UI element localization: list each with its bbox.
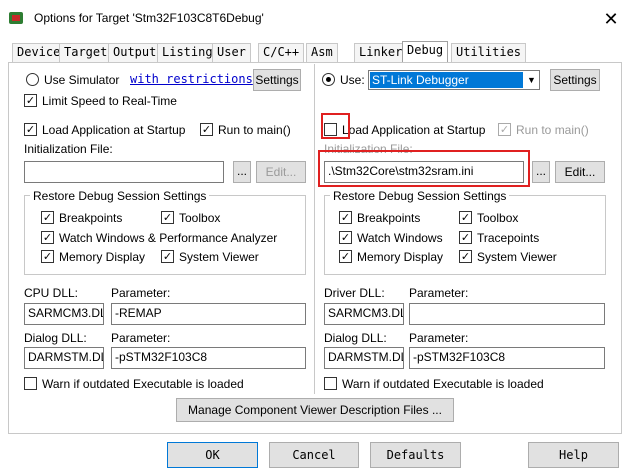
- restore-settings-title: Restore Debug Session Settings: [30, 189, 210, 203]
- ok-button[interactable]: OK: [167, 442, 258, 468]
- cpu-dll-input[interactable]: SARMCM3.DLL: [24, 303, 104, 325]
- cpu-param-input[interactable]: -REMAP: [111, 303, 306, 325]
- init-file-browse-button[interactable]: ...: [233, 161, 251, 183]
- dialog-param-label: Parameter:: [111, 331, 171, 345]
- right-system-viewer-label: System Viewer: [477, 250, 557, 264]
- tab-device[interactable]: Device: [12, 43, 66, 62]
- tracepoints-label: Tracepoints: [477, 231, 540, 245]
- driver-dll-input[interactable]: SARMCM3.DLL: [324, 303, 404, 325]
- right-toolbox-checkbox[interactable]: ✓: [459, 211, 472, 224]
- manage-component-viewer-button[interactable]: Manage Component Viewer Description File…: [176, 398, 454, 422]
- load-app-label: Load Application at Startup: [42, 123, 186, 137]
- debugger-select-value: ST-Link Debugger: [370, 72, 523, 88]
- right-restore-settings-title: Restore Debug Session Settings: [330, 189, 510, 203]
- chevron-down-icon[interactable]: ▼: [524, 71, 539, 89]
- highlight-load-app: [321, 113, 350, 139]
- cpu-param-label: Parameter:: [111, 286, 171, 300]
- limit-speed-label: Limit Speed to Real-Time: [42, 94, 177, 108]
- defaults-button[interactable]: Defaults: [370, 442, 461, 468]
- right-warn-outdated-label: Warn if outdated Executable is loaded: [342, 377, 544, 391]
- watch-windows-label: Watch Windows & Performance Analyzer: [59, 231, 278, 245]
- debugger-select[interactable]: ST-Link Debugger ▼: [368, 70, 540, 90]
- system-viewer-checkbox[interactable]: ✓: [161, 250, 174, 263]
- run-to-main-checkbox[interactable]: ✓: [200, 123, 213, 136]
- right-watch-windows-label: Watch Windows: [357, 231, 443, 245]
- tab-debug[interactable]: Debug: [402, 41, 449, 63]
- highlight-init-file: [318, 150, 530, 187]
- tab-utilities[interactable]: Utilities: [451, 43, 527, 62]
- right-breakpoints-label: Breakpoints: [357, 211, 421, 225]
- init-file-edit-button[interactable]: Edit...: [256, 161, 306, 183]
- cancel-button[interactable]: Cancel: [269, 442, 359, 468]
- limit-speed-checkbox[interactable]: ✓: [24, 94, 37, 107]
- right-system-viewer-checkbox[interactable]: ✓: [459, 250, 472, 263]
- right-dialog-param-input[interactable]: -pSTM32F103C8: [409, 347, 605, 369]
- close-icon[interactable]: ✕: [598, 6, 624, 32]
- right-warn-outdated-checkbox[interactable]: [324, 377, 337, 390]
- right-breakpoints-checkbox[interactable]: ✓: [339, 211, 352, 224]
- panel-divider: [314, 64, 315, 394]
- memory-display-checkbox[interactable]: ✓: [41, 250, 54, 263]
- run-to-main-label: Run to main(): [218, 123, 291, 137]
- cpu-dll-label: CPU DLL:: [24, 286, 79, 300]
- right-memory-display-checkbox[interactable]: ✓: [339, 250, 352, 263]
- tab-c-cpp[interactable]: C/C++: [258, 43, 305, 62]
- right-watch-windows-checkbox[interactable]: ✓: [339, 231, 352, 244]
- right-run-to-main-checkbox[interactable]: ✓: [498, 123, 511, 136]
- tab-target[interactable]: Target: [59, 43, 113, 62]
- tab-output[interactable]: Output: [108, 43, 162, 62]
- right-toolbox-label: Toolbox: [477, 211, 519, 225]
- dialog-dll-label: Dialog DLL:: [24, 331, 87, 345]
- driver-param-label: Parameter:: [409, 286, 469, 300]
- with-restrictions-link[interactable]: with restrictions: [130, 72, 253, 86]
- right-dialog-param-label: Parameter:: [409, 331, 469, 345]
- memory-display-label: Memory Display: [59, 250, 146, 264]
- use-simulator-radio[interactable]: [26, 73, 39, 86]
- right-dialog-dll-input[interactable]: DARMSTM.DLL: [324, 347, 404, 369]
- dialog-dll-input[interactable]: DARMSTM.DLL: [24, 347, 104, 369]
- right-run-to-main-label: Run to main(): [516, 123, 589, 137]
- right-memory-display-label: Memory Display: [357, 250, 444, 264]
- help-button[interactable]: Help: [528, 442, 619, 468]
- breakpoints-label: Breakpoints: [59, 211, 123, 225]
- tracepoints-checkbox[interactable]: ✓: [459, 231, 472, 244]
- tab-linker[interactable]: Linker: [354, 43, 408, 62]
- use-simulator-label: Use Simulator: [44, 73, 120, 87]
- toolbox-checkbox[interactable]: ✓: [161, 211, 174, 224]
- right-init-file-browse-button[interactable]: ...: [532, 161, 550, 183]
- warn-outdated-label: Warn if outdated Executable is loaded: [42, 377, 244, 391]
- tab-asm[interactable]: Asm: [306, 43, 338, 62]
- window-title: Options for Target 'Stm32F103C8T6Debug': [34, 11, 264, 25]
- driver-dll-label: Driver DLL:: [324, 286, 385, 300]
- dialog-param-input[interactable]: -pSTM32F103C8: [111, 347, 306, 369]
- init-file-label: Initialization File:: [24, 142, 113, 156]
- toolbox-label: Toolbox: [179, 211, 221, 225]
- keil-app-icon: [9, 12, 23, 24]
- right-dialog-dll-label: Dialog DLL:: [324, 331, 387, 345]
- breakpoints-checkbox[interactable]: ✓: [41, 211, 54, 224]
- simulator-settings-button[interactable]: Settings: [253, 69, 301, 91]
- tab-listing[interactable]: Listing: [157, 43, 218, 62]
- debugger-settings-button[interactable]: Settings: [550, 69, 600, 91]
- driver-param-input[interactable]: [409, 303, 605, 325]
- right-load-app-label: Load Application at Startup: [342, 123, 486, 137]
- warn-outdated-checkbox[interactable]: [24, 377, 37, 390]
- tab-user[interactable]: User: [212, 43, 251, 62]
- load-app-checkbox[interactable]: ✓: [24, 123, 37, 136]
- use-debugger-radio[interactable]: [322, 73, 335, 86]
- init-file-input[interactable]: [24, 161, 224, 183]
- watch-windows-checkbox[interactable]: ✓: [41, 231, 54, 244]
- use-label: Use:: [340, 73, 365, 87]
- right-init-file-edit-button[interactable]: Edit...: [555, 161, 605, 183]
- system-viewer-label: System Viewer: [179, 250, 259, 264]
